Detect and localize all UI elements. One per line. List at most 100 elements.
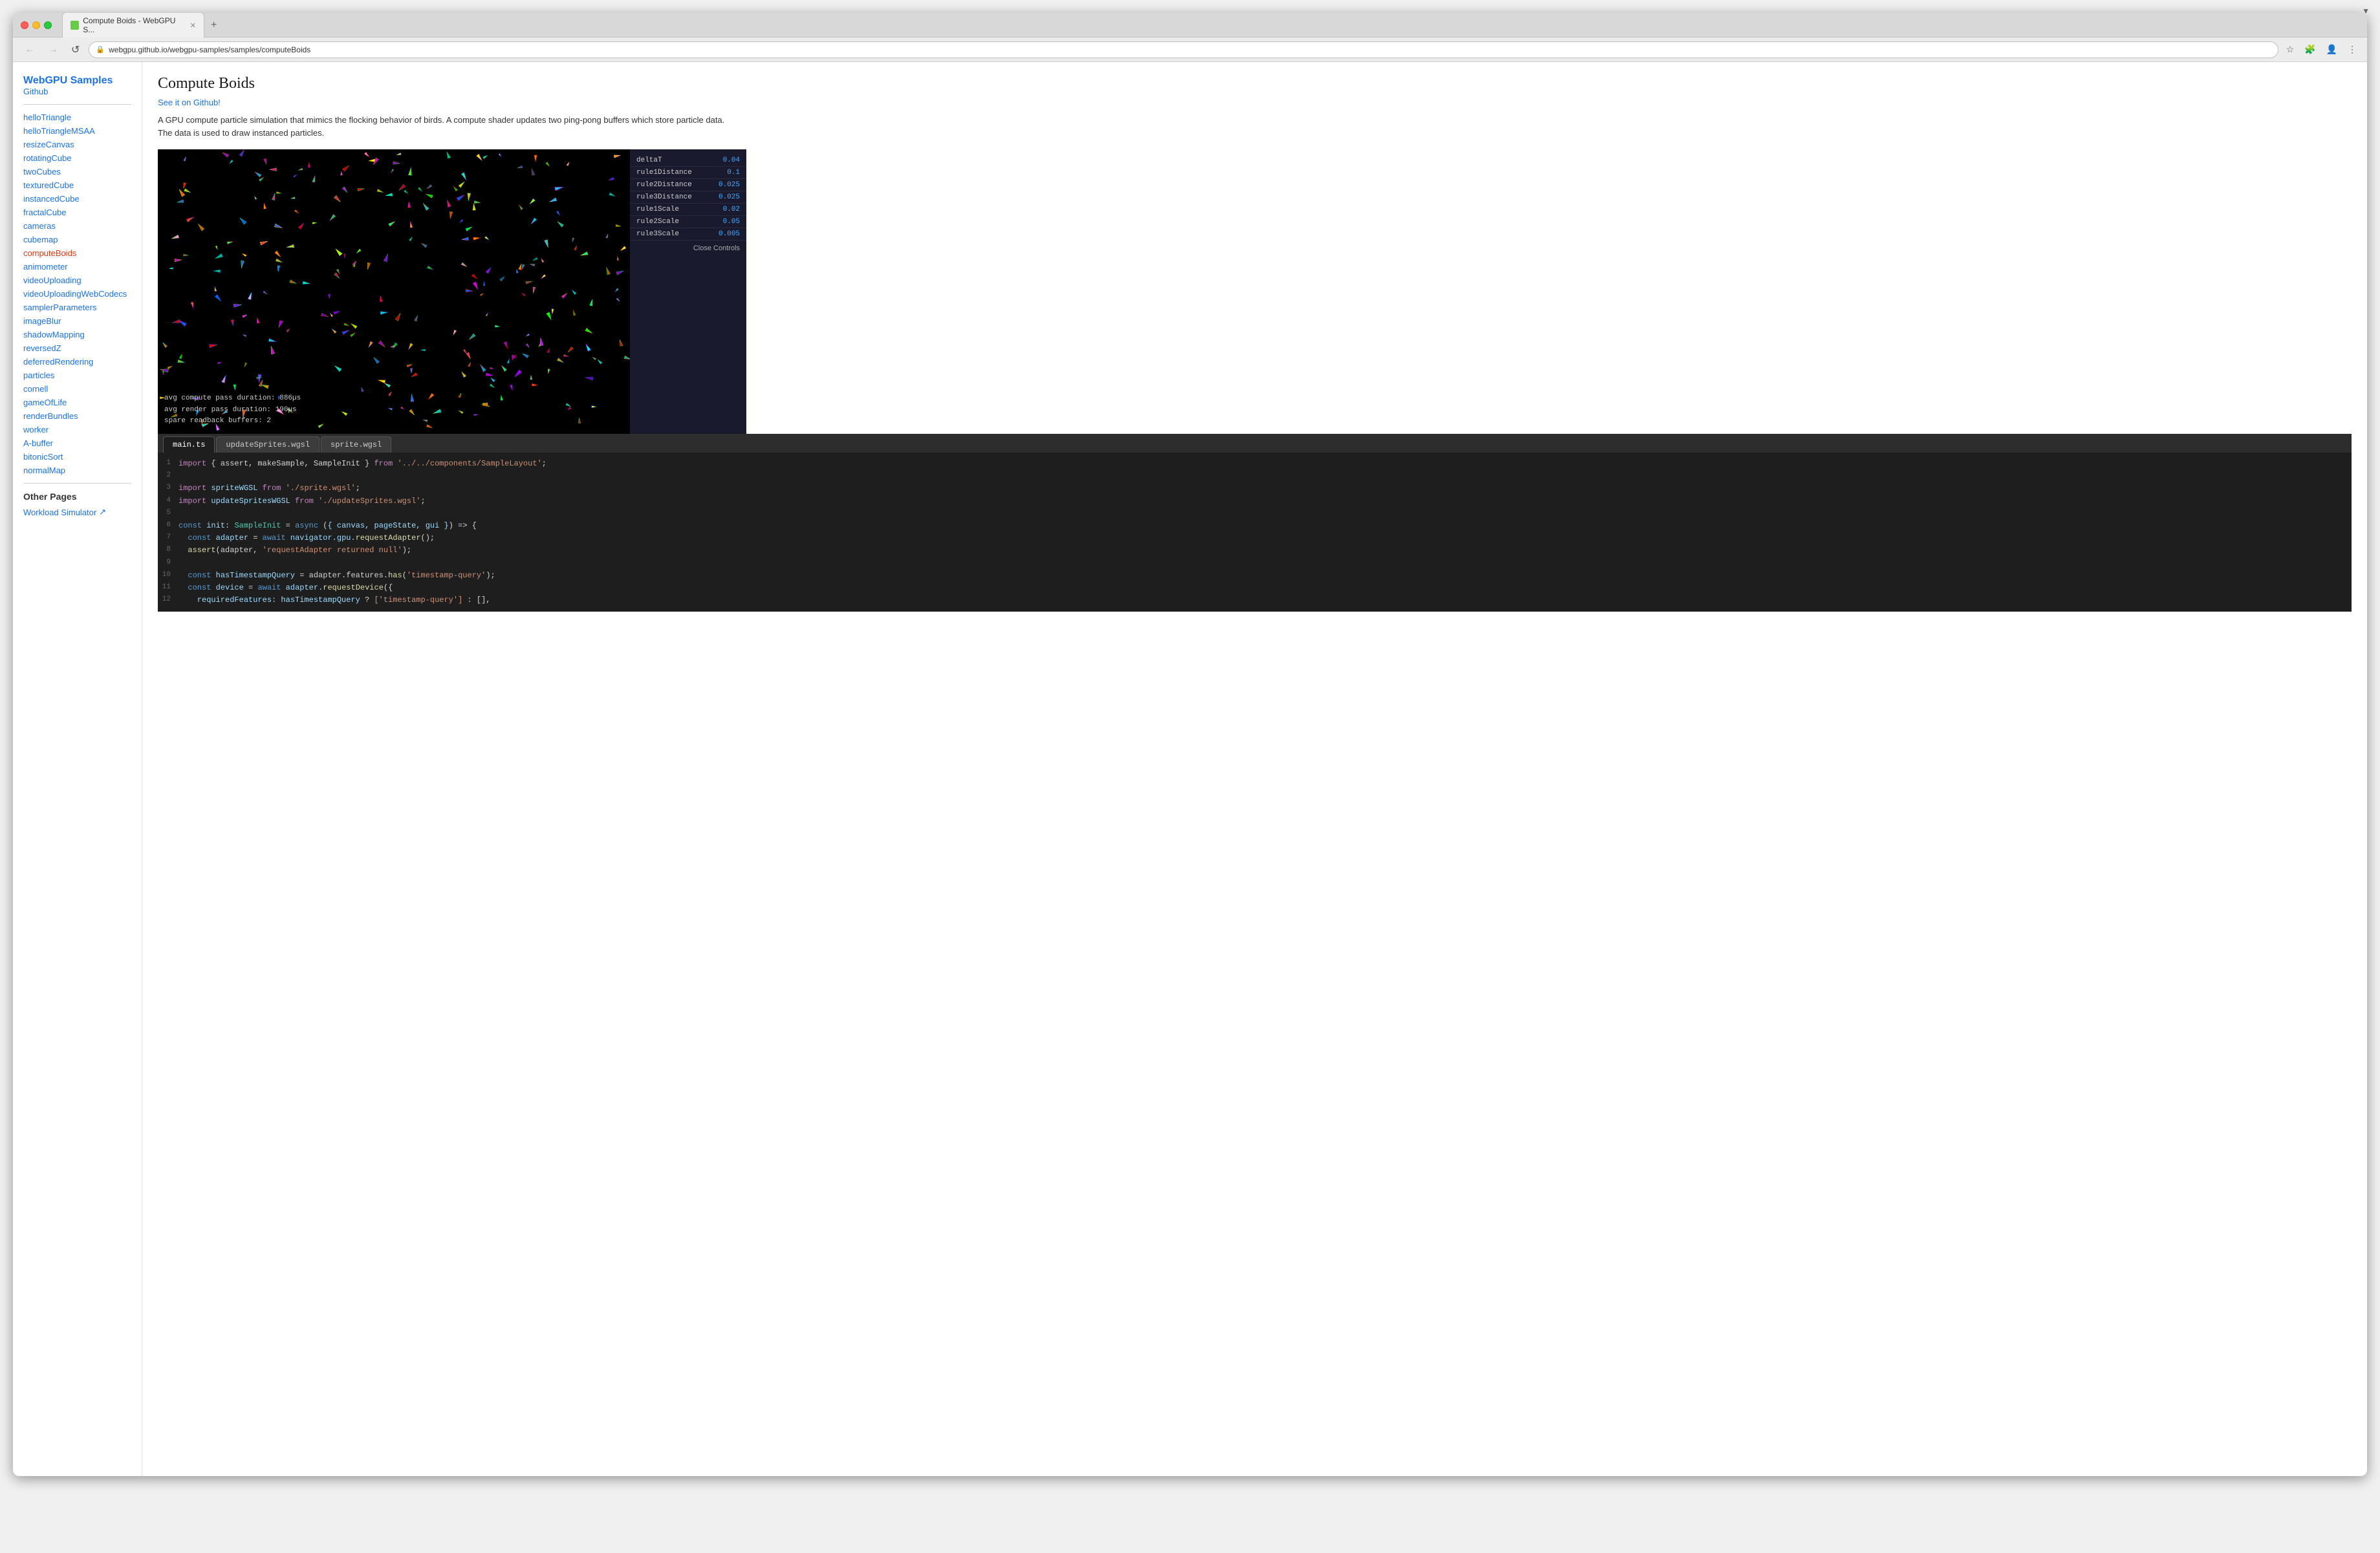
line-number: 11	[158, 582, 178, 594]
maximize-button[interactable]	[44, 21, 52, 29]
code-line-7: 7 const adapter = await navigator.gpu.re…	[158, 532, 2352, 544]
close-controls-button[interactable]: Close Controls	[630, 241, 746, 256]
sidebar-item-cameras[interactable]: cameras	[23, 221, 131, 231]
control-value[interactable]: 0.025	[719, 181, 740, 189]
bookmark-icon[interactable]: ☆	[2284, 41, 2297, 58]
sidebar-item-videoUploadingWebCodecs[interactable]: videoUploadingWebCodecs	[23, 289, 131, 299]
other-pages-title: Other Pages	[23, 491, 131, 502]
line-number: 5	[158, 508, 178, 520]
browser-dropdown-icon[interactable]: ▼	[2362, 13, 2367, 16]
control-row-rule2Distance: rule2Distance0.025	[630, 179, 746, 191]
line-content: const init: SampleInit = async ({ canvas…	[178, 520, 477, 532]
control-row-rule2Scale: rule2Scale0.05	[630, 216, 746, 228]
sidebar-item-animometer[interactable]: animometer	[23, 262, 131, 272]
control-row-rule1Scale: rule1Scale 0.02	[630, 204, 746, 216]
tab-bar: Compute Boids - WebGPU S... ✕ +	[62, 13, 2359, 37]
sidebar-item-bitonicSort[interactable]: bitonicSort	[23, 452, 131, 462]
code-line-2: 2	[158, 470, 2352, 482]
file-tab-sprite.wgsl[interactable]: sprite.wgsl	[321, 436, 391, 453]
control-row-rule3Scale: rule3Scale0.005	[630, 228, 746, 241]
tab-title: Compute Boids - WebGPU S...	[83, 16, 184, 34]
workload-simulator-link[interactable]: Workload Simulator ↗	[23, 507, 131, 517]
line-content: assert(adapter, 'requestAdapter returned…	[178, 544, 411, 557]
control-value[interactable]: 0.05	[723, 218, 740, 226]
sidebar-item-imageBlur[interactable]: imageBlur	[23, 316, 131, 326]
line-content	[178, 470, 183, 482]
main-content: Compute Boids See it on Github! A GPU co…	[142, 62, 2367, 1476]
sidebar-item-reversedZ[interactable]: reversedZ	[23, 343, 131, 353]
line-number: 8	[158, 544, 178, 557]
line-number: 4	[158, 495, 178, 508]
sidebar-divider	[23, 104, 131, 105]
sidebar-title[interactable]: WebGPU Samples	[23, 75, 113, 86]
sidebar-item-samplerParameters[interactable]: samplerParameters	[23, 303, 131, 312]
sidebar-item-resizeCanvas[interactable]: resizeCanvas	[23, 140, 131, 149]
reload-button[interactable]: ↺	[67, 41, 83, 59]
back-button[interactable]: ←	[21, 41, 39, 58]
sidebar-nav: helloTriangle helloTriangleMSAA resizeCanv…	[23, 112, 131, 475]
sidebar-item-renderBundles[interactable]: renderBundles	[23, 411, 131, 421]
demo-container: avg compute pass duration: 886µs avg ren…	[158, 149, 2352, 434]
see-on-github-link[interactable]: See it on Github!	[158, 98, 2352, 107]
control-label: rule1Distance	[636, 169, 692, 177]
control-value[interactable]: 0.025	[719, 193, 740, 201]
external-link-icon: ↗	[99, 507, 106, 517]
page-content: WebGPU Samples Github helloTrianglehello…	[13, 62, 2367, 1476]
profile-icon[interactable]: 👤	[2324, 41, 2340, 58]
sidebar-item-twoCubes[interactable]: twoCubes	[23, 167, 131, 177]
sidebar: WebGPU Samples Github helloTrianglehello…	[13, 62, 142, 1476]
sidebar-item-fractalCube[interactable]: fractalCube	[23, 208, 131, 217]
active-tab[interactable]: Compute Boids - WebGPU S... ✕	[62, 13, 204, 37]
line-content: requiredFeatures: hasTimestampQuery ? ['…	[178, 594, 491, 606]
new-tab-button[interactable]: +	[207, 18, 221, 32]
sidebar-item-A-buffer[interactable]: A-buffer	[23, 438, 131, 448]
sidebar-item-instancedCube[interactable]: instancedCube	[23, 194, 131, 204]
simulation-canvas: avg compute pass duration: 886µs avg ren…	[158, 149, 630, 434]
line-number: 7	[158, 532, 178, 544]
menu-icon[interactable]: ⋮	[2345, 41, 2359, 58]
line-number: 6	[158, 520, 178, 532]
sidebar-item-gameOfLife[interactable]: gameOfLife	[23, 398, 131, 407]
code-line-9: 9	[158, 557, 2352, 570]
sidebar-item-worker[interactable]: worker	[23, 425, 131, 434]
file-tabs: main.tsupdateSprites.wgslsprite.wgsl	[163, 436, 391, 453]
sidebar-item-texturedCube[interactable]: texturedCube	[23, 180, 131, 190]
sidebar-item-helloTriangleMSAA[interactable]: helloTriangleMSAA	[23, 126, 131, 136]
line-number: 12	[158, 594, 178, 606]
forward-button[interactable]: →	[44, 41, 62, 58]
sidebar-item-cornell[interactable]: cornell	[23, 384, 131, 394]
sidebar-item-deferredRendering[interactable]: deferredRendering	[23, 357, 131, 367]
sidebar-item-normalMap[interactable]: normalMap	[23, 466, 131, 475]
control-value[interactable]: 0.005	[719, 230, 740, 238]
sidebar-item-rotatingCube[interactable]: rotatingCube	[23, 153, 131, 163]
line-content: import spriteWGSL from './sprite.wgsl';	[178, 482, 360, 495]
control-row-rule3Distance: rule3Distance 0.025	[630, 191, 746, 204]
control-value[interactable]: 0.02	[723, 206, 740, 213]
url-bar[interactable]: 🔒 webgpu.github.io/webgpu-samples/sample…	[89, 41, 2278, 58]
control-label: rule1Scale	[636, 206, 679, 213]
sidebar-item-shadowMapping[interactable]: shadowMapping	[23, 330, 131, 339]
sidebar-item-helloTriangle[interactable]: helloTriangle	[23, 112, 131, 122]
page-title: Compute Boids	[158, 75, 2352, 92]
browser-window: Compute Boids - WebGPU S... ✕ + ▼ ← → ↺ …	[13, 13, 2367, 1476]
toolbar-right: ☆ 🧩 👤 ⋮	[2284, 41, 2359, 58]
file-tab-main.ts[interactable]: main.ts	[163, 436, 215, 453]
tab-close-icon[interactable]: ✕	[190, 21, 196, 30]
control-value[interactable]: 0.04	[723, 156, 740, 164]
sidebar-item-particles[interactable]: particles	[23, 370, 131, 380]
control-row-deltaT: deltaT 0.04	[630, 155, 746, 167]
control-value[interactable]: 0.1	[727, 169, 740, 177]
control-row-rule1Distance: rule1Distance 0.1	[630, 167, 746, 179]
close-button[interactable]	[21, 21, 28, 29]
sidebar-item-cubemap[interactable]: cubemap	[23, 235, 131, 244]
sidebar-divider-2	[23, 483, 131, 484]
sidebar-item-videoUploading[interactable]: videoUploading	[23, 275, 131, 285]
minimize-button[interactable]	[32, 21, 40, 29]
control-label: deltaT	[636, 156, 662, 164]
github-link[interactable]: Github	[23, 87, 131, 96]
control-label: rule3Distance	[636, 193, 692, 201]
tab-favicon	[70, 21, 79, 30]
file-tab-updateSprites.wgsl[interactable]: updateSprites.wgsl	[216, 436, 319, 453]
sidebar-item-computeBoids[interactable]: computeBoids	[23, 248, 131, 258]
extensions-icon[interactable]: 🧩	[2302, 41, 2318, 58]
